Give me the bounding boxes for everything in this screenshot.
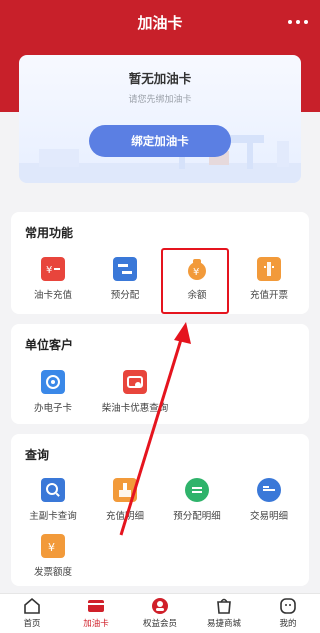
- tab-label: 我的: [279, 619, 297, 629]
- home-icon: [23, 597, 41, 615]
- bottom-tab-bar: 首页 加油卡 权益会员 易捷商城 我的: [0, 593, 320, 633]
- annotation-arrow: [119, 322, 191, 536]
- tab-mall[interactable]: 易捷商城: [192, 594, 256, 633]
- tab-profile[interactable]: 我的: [256, 594, 320, 633]
- tab-label: 首页: [23, 619, 41, 629]
- mall-icon: [215, 597, 233, 615]
- tab-label: 易捷商城: [206, 619, 241, 629]
- tab-label: 权益会员: [142, 619, 177, 629]
- fuel-card-icon: [87, 597, 105, 615]
- tab-fuel-card[interactable]: 加油卡: [64, 594, 128, 633]
- profile-icon: [279, 597, 297, 615]
- tab-label: 加油卡: [83, 619, 109, 629]
- tab-member[interactable]: 权益会员: [128, 594, 192, 633]
- tab-home[interactable]: 首页: [0, 594, 64, 633]
- member-icon: [151, 597, 169, 615]
